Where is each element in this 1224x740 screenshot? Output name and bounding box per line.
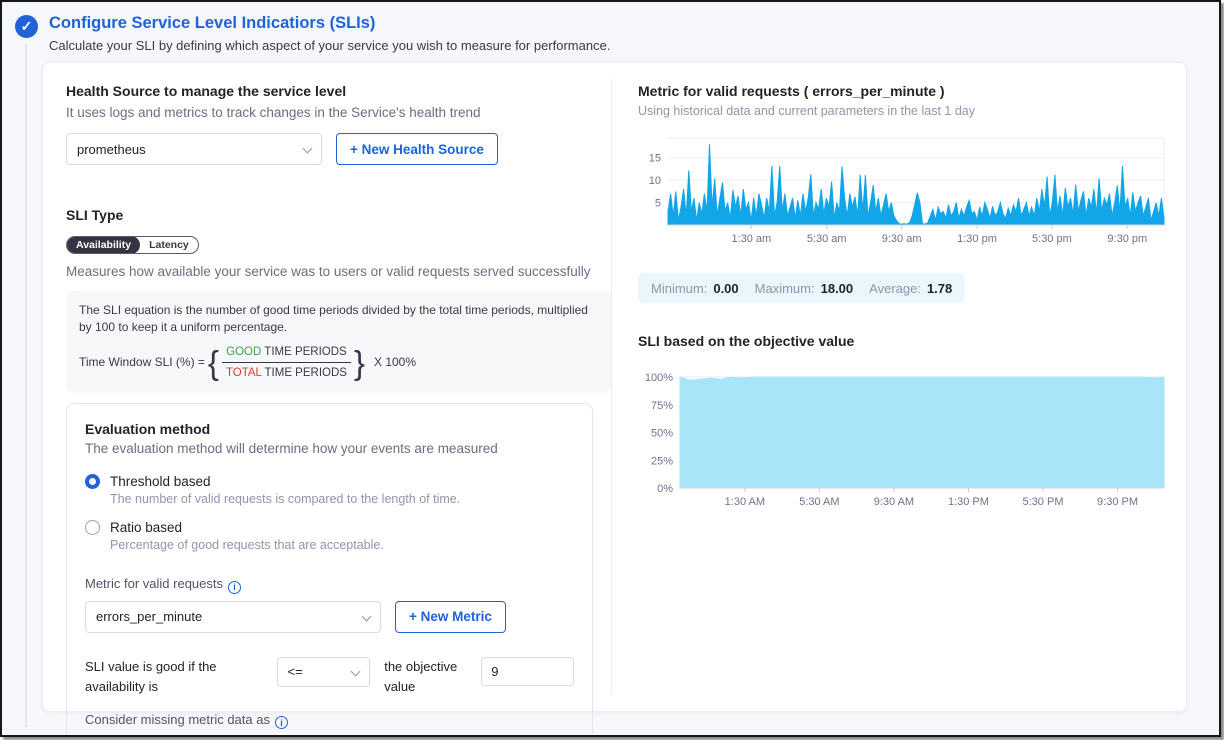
missing-metric-label: Consider missing metric data as i [85,712,574,730]
chevron-down-icon [303,144,313,154]
column-divider [611,79,612,693]
health-source-description: It uses logs and metrics to track change… [66,105,611,120]
radio-threshold-based[interactable]: Threshold based [85,474,574,489]
info-icon[interactable]: i [275,716,288,729]
maximum-value: 18.00 [821,281,854,296]
operator-select[interactable]: <= [277,657,371,687]
good-term: GOOD [226,346,261,358]
sli-equation-box: The SLI equation is the number of good t… [66,291,611,393]
svg-text:50%: 50% [651,428,673,440]
sli-type-description: Measures how available your service was … [66,264,611,279]
sli-condition-prefix: SLI value is good if the availability is [85,657,263,697]
metric-chart-title: Metric for valid requests ( errors_per_m… [638,83,1173,99]
svg-text:15: 15 [649,153,661,165]
equation-suffix: X 100% [374,354,416,371]
sli-condition-suffix: the objective value [384,657,467,697]
equation-prefix: Time Window SLI (%) = [79,354,205,371]
svg-text:9:30 am: 9:30 am [882,233,922,245]
svg-text:1:30 pm: 1:30 pm [957,233,997,245]
radio-selected-icon [85,474,100,489]
threshold-based-label: Threshold based [110,474,211,489]
svg-text:75%: 75% [651,400,673,412]
metric-select[interactable]: errors_per_minute [85,601,381,633]
metric-for-valid-requests-label: Metric for valid requests i [85,576,574,594]
evaluation-method-heading: Evaluation method [85,421,574,437]
sli-equation-formula: Time Window SLI (%) = { GOOD TIME PERIOD… [79,344,598,382]
right-brace: } [354,348,365,378]
step-complete-check-icon: ✓ [15,15,38,38]
metric-selected-value: errors_per_minute [96,609,202,624]
chevron-down-icon [351,666,361,676]
svg-text:5:30 pm: 5:30 pm [1032,233,1072,245]
left-brace: { [208,348,219,378]
evaluation-method-card: Evaluation method The evaluation method … [66,403,593,737]
svg-text:1:30 AM: 1:30 AM [725,496,765,508]
maximum-label: Maximum: [755,281,815,296]
sli-chart-title: SLI based on the objective value [638,333,1173,349]
new-health-source-button[interactable]: + New Health Source [336,133,498,165]
chevron-down-icon [362,611,372,621]
numerator-rest: TIME PERIODS [261,346,346,358]
svg-text:5:30 PM: 5:30 PM [1023,496,1064,508]
svg-text:9:30 pm: 9:30 pm [1107,233,1147,245]
health-source-heading: Health Source to manage the service leve… [66,83,611,99]
svg-text:5:30 am: 5:30 am [807,233,847,245]
equation-fraction: GOOD TIME PERIODS TOTAL TIME PERIODS [222,344,351,382]
svg-text:9:30 AM: 9:30 AM [874,496,914,508]
average-label: Average: [869,281,921,296]
svg-text:1:30 am: 1:30 am [731,233,771,245]
stepper-line [25,44,27,727]
metric-stats-badge: Minimum: 0.00 Maximum: 18.00 Average: 1.… [638,273,965,303]
average-value: 1.78 [927,281,952,296]
minimum-label: Minimum: [651,281,707,296]
page-title: Configure Service Level Indicatiors (SLI… [49,14,375,33]
sli-type-option-latency[interactable]: Latency [140,236,198,254]
metric-chart-subtitle: Using historical data and current parame… [638,104,1173,118]
svg-text:100%: 100% [645,372,673,384]
svg-text:1:30 PM: 1:30 PM [948,496,989,508]
charts-column: Metric for valid requests ( errors_per_m… [638,63,1173,517]
svg-text:5: 5 [655,198,661,210]
svg-text:10: 10 [649,175,661,187]
ratio-based-label: Ratio based [110,520,182,535]
new-metric-button[interactable]: + New Metric [395,601,506,633]
evaluation-method-description: The evaluation method will determine how… [85,441,574,456]
svg-text:5:30 AM: 5:30 AM [799,496,839,508]
metric-label-text: Metric for valid requests [85,576,223,591]
svg-text:9:30 PM: 9:30 PM [1097,496,1138,508]
sli-config-card: Health Source to manage the service leve… [42,62,1187,712]
total-term: TOTAL [226,367,262,379]
page-subtitle: Calculate your SLI by defining which asp… [49,38,610,53]
svg-text:0%: 0% [657,483,673,495]
app-window: ✓ Configure Service Level Indicatiors (S… [0,0,1221,737]
sli-type-heading: SLI Type [66,207,611,223]
sli-type-toggle: Availability Latency [66,236,199,254]
objective-value-input[interactable]: 9 [481,657,574,686]
sli-form-column: Health Source to manage the service leve… [66,63,611,737]
radio-ratio-based[interactable]: Ratio based [85,520,574,535]
sli-equation-text: The SLI equation is the number of good t… [79,302,598,337]
denominator-rest: TIME PERIODS [262,367,347,379]
sli-objective-chart: 0% 25% 50% 75% 100% 1:30 AM 5:30 AM 9:30 AM 1:30… [638,365,1170,517]
threshold-based-description: The number of valid requests is compared… [110,492,574,506]
metric-timeseries-chart: 5 10 15 1:30 am 5:30 am 9:30 am 1:30 pm 5:30 pm… [638,131,1170,249]
health-source-selected-value: prometheus [77,142,146,157]
missing-metric-label-text: Consider missing metric data as [85,712,270,727]
ratio-based-description: Percentage of good requests that are acc… [110,538,574,552]
operator-selected-value: <= [288,664,303,679]
info-icon[interactable]: i [228,581,241,594]
minimum-value: 0.00 [713,281,738,296]
sli-type-option-availability[interactable]: Availability [67,236,140,254]
svg-text:25%: 25% [651,455,673,467]
radio-unselected-icon [85,520,100,535]
health-source-select[interactable]: prometheus [66,133,322,165]
